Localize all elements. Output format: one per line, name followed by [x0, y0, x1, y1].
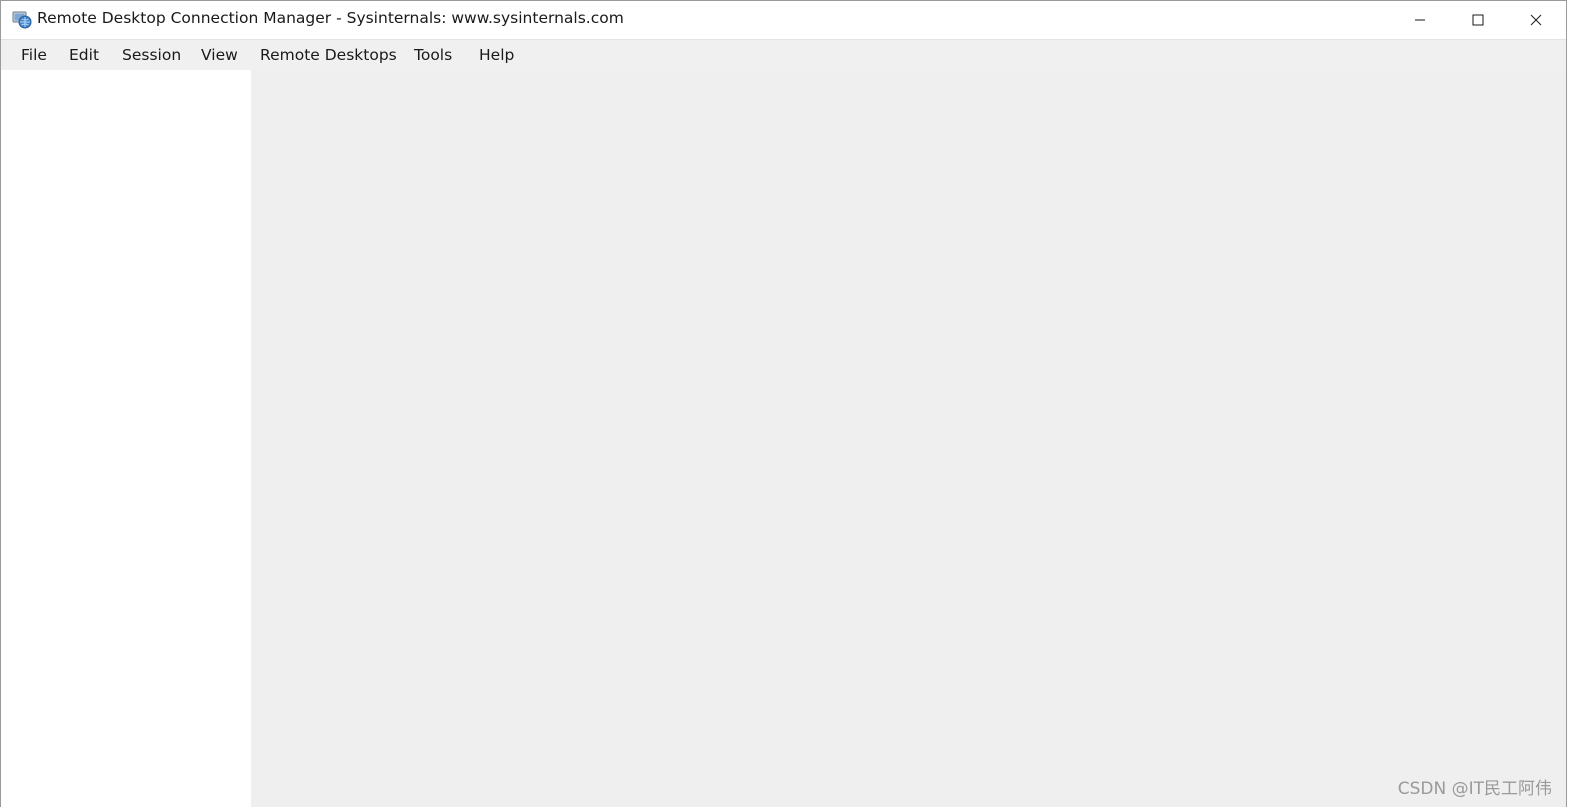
close-button[interactable] — [1507, 1, 1565, 39]
menu-bar: File Edit Session View Remote Desktops T… — [1, 39, 1566, 70]
maximize-icon — [1472, 14, 1484, 26]
minimize-icon — [1415, 19, 1425, 21]
menu-file[interactable]: File — [21, 46, 47, 64]
menu-remote-desktops[interactable]: Remote Desktops — [260, 46, 397, 64]
menu-view[interactable]: View — [201, 46, 238, 64]
server-tree-panel[interactable] — [1, 70, 251, 807]
close-icon — [1530, 14, 1542, 26]
rdcman-app-icon[interactable] — [12, 10, 32, 30]
maximize-button[interactable] — [1449, 1, 1507, 39]
menu-tools[interactable]: Tools — [414, 46, 452, 64]
menu-session[interactable]: Session — [122, 46, 181, 64]
menu-edit[interactable]: Edit — [69, 46, 99, 64]
window-title: Remote Desktop Connection Manager - Sysi… — [37, 9, 624, 27]
watermark-text: CSDN @IT民工阿伟 — [1397, 779, 1552, 799]
minimize-button[interactable] — [1391, 1, 1449, 39]
menu-help[interactable]: Help — [479, 46, 514, 64]
remote-session-area[interactable]: CSDN @IT民工阿伟 — [251, 70, 1566, 807]
title-bar[interactable]: Remote Desktop Connection Manager - Sysi… — [1, 1, 1566, 39]
app-window: Remote Desktop Connection Manager - Sysi… — [0, 0, 1567, 807]
